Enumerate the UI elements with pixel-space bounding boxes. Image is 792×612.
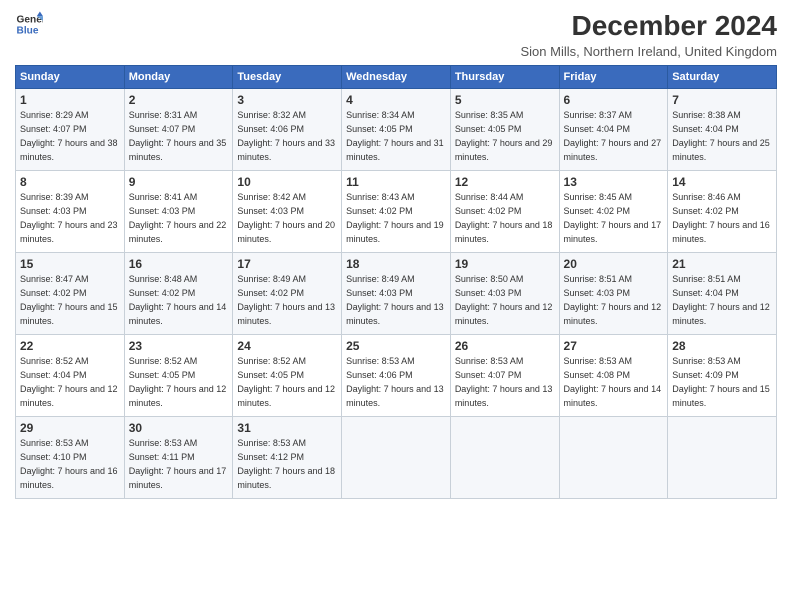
page: General Blue December 2024 Sion Mills, N… bbox=[0, 0, 792, 612]
table-row: 22 Sunrise: 8:52 AMSunset: 4:04 PMDaylig… bbox=[16, 335, 125, 417]
table-row: 23 Sunrise: 8:52 AMSunset: 4:05 PMDaylig… bbox=[124, 335, 233, 417]
header-thursday: Thursday bbox=[450, 66, 559, 89]
table-row: 31 Sunrise: 8:53 AMSunset: 4:12 PMDaylig… bbox=[233, 417, 342, 499]
header-wednesday: Wednesday bbox=[342, 66, 451, 89]
table-row: 1 Sunrise: 8:29 AMSunset: 4:07 PMDayligh… bbox=[16, 89, 125, 171]
header-saturday: Saturday bbox=[668, 66, 777, 89]
table-row: 4 Sunrise: 8:34 AMSunset: 4:05 PMDayligh… bbox=[342, 89, 451, 171]
table-row: 15 Sunrise: 8:47 AMSunset: 4:02 PMDaylig… bbox=[16, 253, 125, 335]
table-row: 25 Sunrise: 8:53 AMSunset: 4:06 PMDaylig… bbox=[342, 335, 451, 417]
table-row: 17 Sunrise: 8:49 AMSunset: 4:02 PMDaylig… bbox=[233, 253, 342, 335]
svg-text:Blue: Blue bbox=[17, 25, 39, 36]
table-row: 30 Sunrise: 8:53 AMSunset: 4:11 PMDaylig… bbox=[124, 417, 233, 499]
table-row: 14 Sunrise: 8:46 AMSunset: 4:02 PMDaylig… bbox=[668, 171, 777, 253]
title-block: December 2024 Sion Mills, Northern Irela… bbox=[520, 10, 777, 59]
table-row: 24 Sunrise: 8:52 AMSunset: 4:05 PMDaylig… bbox=[233, 335, 342, 417]
table-row: 13 Sunrise: 8:45 AMSunset: 4:02 PMDaylig… bbox=[559, 171, 668, 253]
header: General Blue December 2024 Sion Mills, N… bbox=[15, 10, 777, 59]
table-row: 16 Sunrise: 8:48 AMSunset: 4:02 PMDaylig… bbox=[124, 253, 233, 335]
table-row bbox=[450, 417, 559, 499]
logo-icon: General Blue bbox=[15, 10, 43, 38]
table-row: 3 Sunrise: 8:32 AMSunset: 4:06 PMDayligh… bbox=[233, 89, 342, 171]
table-row: 5 Sunrise: 8:35 AMSunset: 4:05 PMDayligh… bbox=[450, 89, 559, 171]
header-monday: Monday bbox=[124, 66, 233, 89]
table-row: 9 Sunrise: 8:41 AMSunset: 4:03 PMDayligh… bbox=[124, 171, 233, 253]
table-row: 28 Sunrise: 8:53 AMSunset: 4:09 PMDaylig… bbox=[668, 335, 777, 417]
table-row: 2 Sunrise: 8:31 AMSunset: 4:07 PMDayligh… bbox=[124, 89, 233, 171]
table-row: 26 Sunrise: 8:53 AMSunset: 4:07 PMDaylig… bbox=[450, 335, 559, 417]
table-row: 21 Sunrise: 8:51 AMSunset: 4:04 PMDaylig… bbox=[668, 253, 777, 335]
table-row: 8 Sunrise: 8:39 AMSunset: 4:03 PMDayligh… bbox=[16, 171, 125, 253]
calendar-table: Sunday Monday Tuesday Wednesday Thursday… bbox=[15, 65, 777, 499]
table-row: 10 Sunrise: 8:42 AMSunset: 4:03 PMDaylig… bbox=[233, 171, 342, 253]
table-row: 7 Sunrise: 8:38 AMSunset: 4:04 PMDayligh… bbox=[668, 89, 777, 171]
table-row bbox=[668, 417, 777, 499]
table-row: 18 Sunrise: 8:49 AMSunset: 4:03 PMDaylig… bbox=[342, 253, 451, 335]
subtitle: Sion Mills, Northern Ireland, United Kin… bbox=[520, 44, 777, 59]
table-row bbox=[559, 417, 668, 499]
table-row: 19 Sunrise: 8:50 AMSunset: 4:03 PMDaylig… bbox=[450, 253, 559, 335]
table-row: 12 Sunrise: 8:44 AMSunset: 4:02 PMDaylig… bbox=[450, 171, 559, 253]
header-tuesday: Tuesday bbox=[233, 66, 342, 89]
table-row: 6 Sunrise: 8:37 AMSunset: 4:04 PMDayligh… bbox=[559, 89, 668, 171]
table-row: 27 Sunrise: 8:53 AMSunset: 4:08 PMDaylig… bbox=[559, 335, 668, 417]
table-row: 29 Sunrise: 8:53 AMSunset: 4:10 PMDaylig… bbox=[16, 417, 125, 499]
table-row: 20 Sunrise: 8:51 AMSunset: 4:03 PMDaylig… bbox=[559, 253, 668, 335]
header-friday: Friday bbox=[559, 66, 668, 89]
weekday-header-row: Sunday Monday Tuesday Wednesday Thursday… bbox=[16, 66, 777, 89]
logo: General Blue bbox=[15, 10, 43, 38]
table-row bbox=[342, 417, 451, 499]
header-sunday: Sunday bbox=[16, 66, 125, 89]
table-row: 11 Sunrise: 8:43 AMSunset: 4:02 PMDaylig… bbox=[342, 171, 451, 253]
main-title: December 2024 bbox=[520, 10, 777, 42]
